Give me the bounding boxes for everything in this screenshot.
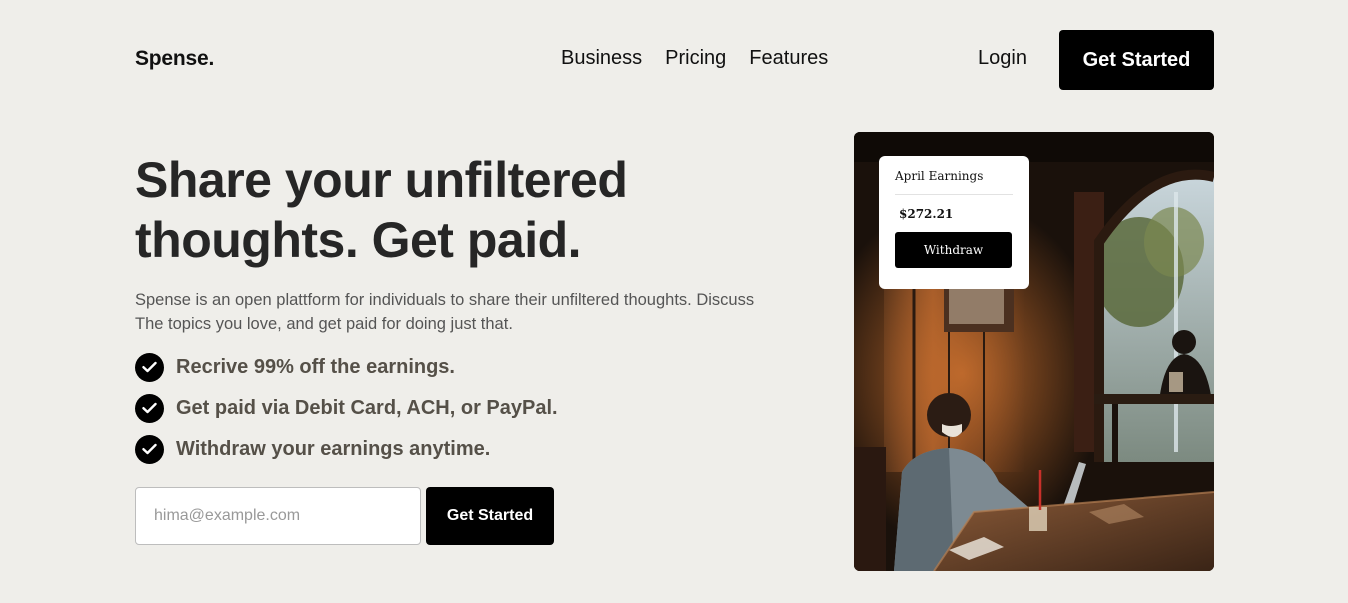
header-get-started-button[interactable]: Get Started — [1059, 30, 1214, 90]
check-circle-icon — [135, 352, 164, 382]
earnings-card: April Earnings $272.21 Withdraw — [879, 156, 1029, 289]
feature-item: Recrive 99% off the earnings. — [135, 352, 558, 382]
main-nav: Business Pricing Features — [561, 47, 828, 70]
feature-list: Recrive 99% off the earnings. Get paid v… — [135, 352, 558, 475]
logo[interactable]: Spense. — [135, 47, 214, 71]
hero-title: Share your unfiltered thoughts. Get paid… — [135, 150, 775, 270]
withdraw-button[interactable]: Withdraw — [895, 232, 1012, 268]
feature-item: Withdraw your earnings anytime. — [135, 434, 558, 464]
hero-title-line-1: Share your unfiltered — [135, 152, 628, 208]
nav-link-pricing[interactable]: Pricing — [665, 47, 726, 70]
feature-text: Recrive 99% off the earnings. — [176, 355, 455, 378]
check-circle-icon — [135, 393, 164, 423]
hero-description-line-2: The topics you love, and get paid for do… — [135, 315, 513, 333]
check-circle-icon — [135, 434, 164, 464]
landing-page: Spense. Business Pricing Features Login … — [0, 0, 1348, 603]
hero-title-line-2: thoughts. Get paid. — [135, 212, 582, 268]
hero-description: Spense is an open plattform for individu… — [135, 288, 835, 336]
hero-description-line-1: Spense is an open plattform for individu… — [135, 291, 755, 309]
feature-item: Get paid via Debit Card, ACH, or PayPal. — [135, 393, 558, 423]
nav-link-business[interactable]: Business — [561, 47, 642, 70]
earnings-amount: $272.21 — [899, 207, 954, 221]
email-input[interactable] — [135, 487, 421, 545]
signup-get-started-button[interactable]: Get Started — [426, 487, 554, 545]
feature-text: Get paid via Debit Card, ACH, or PayPal. — [176, 396, 558, 419]
nav-link-features[interactable]: Features — [749, 47, 828, 70]
earnings-label: April Earnings — [895, 169, 1013, 195]
feature-text: Withdraw your earnings anytime. — [176, 437, 491, 460]
login-link[interactable]: Login — [978, 47, 1027, 70]
